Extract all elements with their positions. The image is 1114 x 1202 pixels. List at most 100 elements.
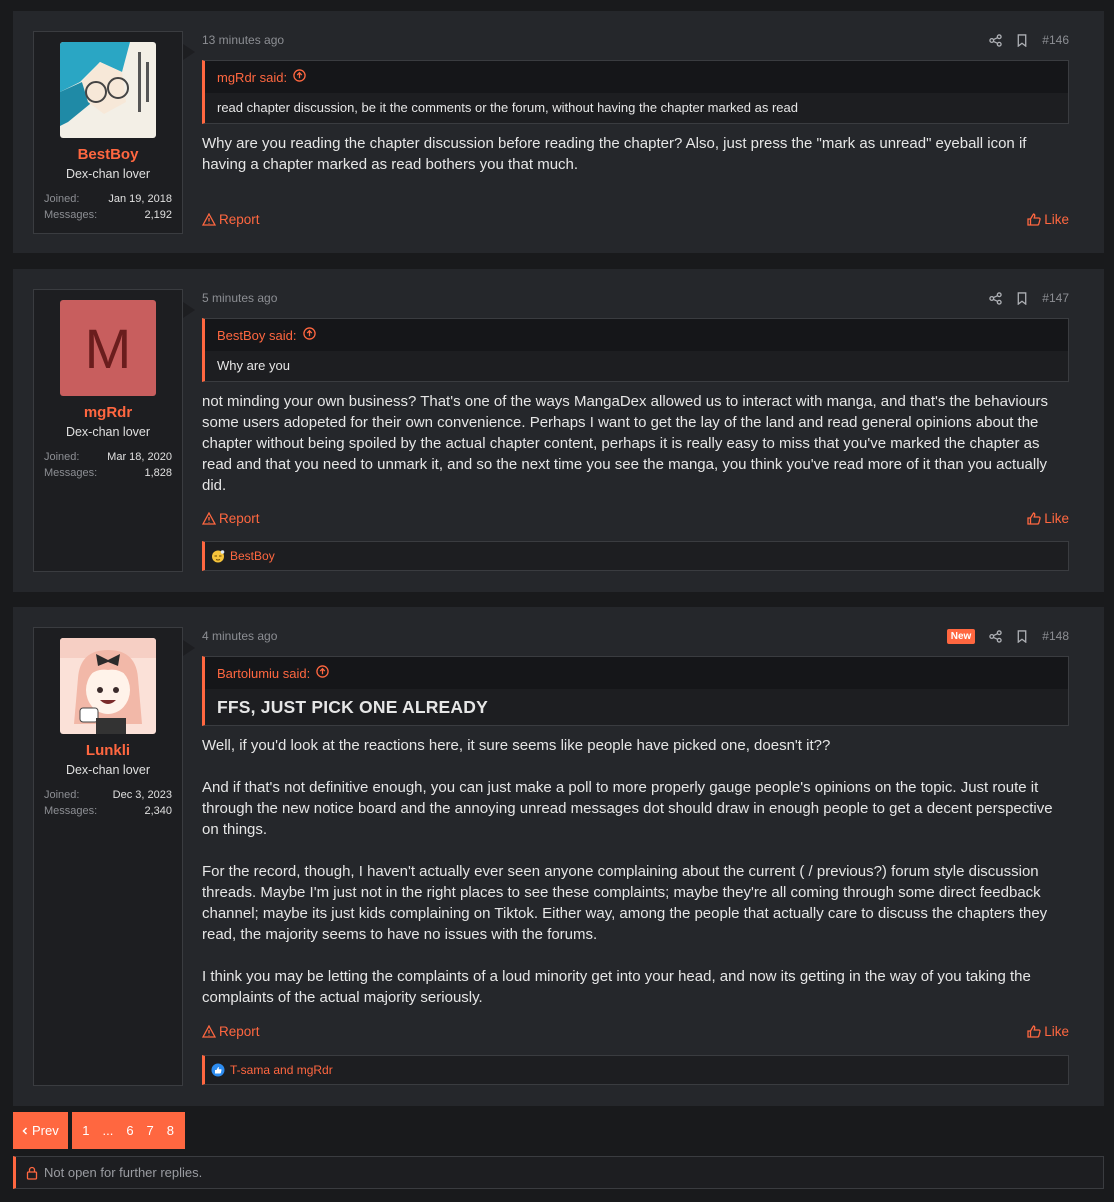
user-title: Dex-chan lover — [65, 425, 151, 439]
username[interactable]: mgRdr — [34, 404, 182, 421]
quote-block: mgRdr said: read chapter discussion, be … — [202, 60, 1069, 124]
message-paragraph: not minding your own business? That's on… — [202, 393, 1048, 494]
user-title: Dex-chan lover — [65, 763, 151, 777]
message-body: Well, if you'd look at the reactions her… — [202, 735, 1069, 1008]
avatar[interactable] — [60, 42, 156, 138]
page-link-6[interactable]: 6 — [120, 1123, 140, 1138]
report-button[interactable]: Report — [202, 212, 260, 227]
report-label: Report — [219, 212, 260, 227]
prev-label: Prev — [32, 1123, 59, 1138]
messages-count: 2,340 — [144, 805, 172, 817]
quote-block: Bartolumiu said: FFS, JUST PICK ONE ALRE… — [202, 656, 1069, 726]
message-paragraph: And if that's not definitive enough, you… — [202, 779, 1053, 838]
page-link-8[interactable]: 8 — [160, 1123, 180, 1138]
share-icon[interactable] — [989, 629, 1003, 643]
thumbs-up-icon — [1027, 512, 1041, 525]
post-number[interactable]: #148 — [1042, 629, 1069, 643]
joined-date: Dec 3, 2023 — [112, 789, 172, 801]
post-time[interactable]: 5 minutes ago — [202, 291, 277, 305]
page-link-1[interactable]: 1 — [76, 1123, 96, 1138]
messages-count: 1,828 — [144, 467, 172, 479]
thumbs-up-icon — [1027, 1025, 1041, 1038]
username[interactable]: BestBoy — [34, 146, 182, 163]
like-button[interactable]: Like — [1027, 511, 1069, 526]
post-meta: 13 minutes ago #146 — [202, 30, 1069, 50]
sleepy-emoji-icon — [212, 550, 225, 563]
user-title: Dex-chan lover — [65, 167, 151, 181]
message-paragraph: Why are you reading the chapter discussi… — [202, 135, 1027, 173]
bookmark-icon[interactable] — [1016, 33, 1028, 47]
bookmark-icon[interactable] — [1016, 629, 1028, 643]
user-stats: Joined: Jan 19, 2018 Messages: 2,192 — [34, 181, 182, 233]
joined-label: Joined: — [44, 451, 80, 463]
quote-author[interactable]: Bartolumiu said: — [217, 666, 310, 681]
reactions-bar[interactable]: BestBoy — [202, 541, 1069, 571]
post-time[interactable]: 4 minutes ago — [202, 629, 277, 643]
report-label: Report — [219, 511, 260, 526]
bookmark-icon[interactable] — [1016, 291, 1028, 305]
joined-date: Mar 18, 2020 — [107, 451, 172, 463]
report-label: Report — [219, 1024, 260, 1039]
message-body: Why are you reading the chapter discussi… — [202, 133, 1069, 175]
avatar[interactable]: M — [60, 300, 156, 396]
message-body: not minding your own business? That's on… — [202, 391, 1069, 496]
share-icon[interactable] — [989, 33, 1003, 47]
report-button[interactable]: Report — [202, 1024, 260, 1039]
quote-author[interactable]: BestBoy said: — [217, 328, 297, 343]
arrow-up-circle-icon[interactable] — [293, 69, 306, 85]
message-paragraph: For the record, though, I haven't actual… — [202, 863, 1048, 943]
reactions-users[interactable]: T-sama and mgRdr — [230, 1063, 333, 1077]
avatar-initial: M — [84, 316, 132, 380]
user-stats: Joined: Mar 18, 2020 Messages: 1,828 — [34, 439, 182, 491]
messages-count: 2,192 — [144, 209, 172, 221]
thumbs-up-icon — [1027, 213, 1041, 226]
like-button[interactable]: Like — [1027, 212, 1069, 227]
page-jump-ellipsis[interactable]: ... — [96, 1123, 120, 1138]
user-stats: Joined: Dec 3, 2023 Messages: 2,340 — [34, 777, 182, 829]
thread-closed-notice: Not open for further replies. — [13, 1156, 1104, 1189]
reactions-users[interactable]: BestBoy — [230, 549, 275, 563]
post-146: BestBoy Dex-chan lover Joined: Jan 19, 20… — [13, 11, 1104, 253]
post-number[interactable]: #147 — [1042, 291, 1069, 305]
warning-icon — [202, 1025, 216, 1038]
report-button[interactable]: Report — [202, 511, 260, 526]
page-link-7[interactable]: 7 — [140, 1123, 160, 1138]
quote-text: read chapter discussion, be it the comme… — [217, 100, 798, 115]
quote-text: Why are you — [217, 358, 290, 373]
joined-label: Joined: — [44, 193, 80, 205]
pagination: Prev 1 ... 6 7 8 — [13, 1112, 185, 1149]
quote-author[interactable]: mgRdr said: — [217, 70, 287, 85]
arrow-up-circle-icon[interactable] — [316, 665, 329, 681]
share-icon[interactable] — [989, 291, 1003, 305]
warning-icon — [202, 512, 216, 525]
avatar[interactable] — [60, 638, 156, 734]
page-links: 1 ... 6 7 8 — [71, 1112, 185, 1149]
like-label: Like — [1044, 1024, 1069, 1039]
messages-label: Messages: — [44, 467, 98, 479]
warning-icon — [202, 213, 216, 226]
user-cell: M mgRdr Dex-chan lover Joined: Mar 18, 20… — [33, 289, 195, 572]
quote-block: BestBoy said: Why are you — [202, 318, 1069, 382]
like-label: Like — [1044, 212, 1069, 227]
user-cell: Lunkli Dex-chan lover Joined: Dec 3, 2023… — [33, 627, 195, 1086]
post-meta: 5 minutes ago #147 — [202, 288, 1069, 308]
username[interactable]: Lunkli — [34, 742, 182, 759]
post-meta: 4 minutes ago New #148 — [202, 626, 1069, 646]
messages-label: Messages: — [44, 805, 98, 817]
lock-icon — [26, 1166, 38, 1180]
new-badge: New — [946, 628, 976, 644]
prev-page-button[interactable]: Prev — [13, 1112, 68, 1149]
post-time[interactable]: 13 minutes ago — [202, 33, 284, 47]
post-147: M mgRdr Dex-chan lover Joined: Mar 18, 20… — [13, 269, 1104, 592]
like-label: Like — [1044, 511, 1069, 526]
messages-label: Messages: — [44, 209, 98, 221]
quote-text: FFS, JUST PICK ONE ALREADY — [217, 697, 488, 717]
user-cell: BestBoy Dex-chan lover Joined: Jan 19, 20… — [33, 31, 195, 234]
post-148: Lunkli Dex-chan lover Joined: Dec 3, 2023… — [13, 607, 1104, 1106]
post-number[interactable]: #146 — [1042, 33, 1069, 47]
joined-date: Jan 19, 2018 — [108, 193, 172, 205]
like-button[interactable]: Like — [1027, 1024, 1069, 1039]
message-paragraph: Well, if you'd look at the reactions her… — [202, 737, 831, 754]
arrow-up-circle-icon[interactable] — [302, 327, 316, 343]
reactions-bar[interactable]: T-sama and mgRdr — [202, 1055, 1069, 1085]
